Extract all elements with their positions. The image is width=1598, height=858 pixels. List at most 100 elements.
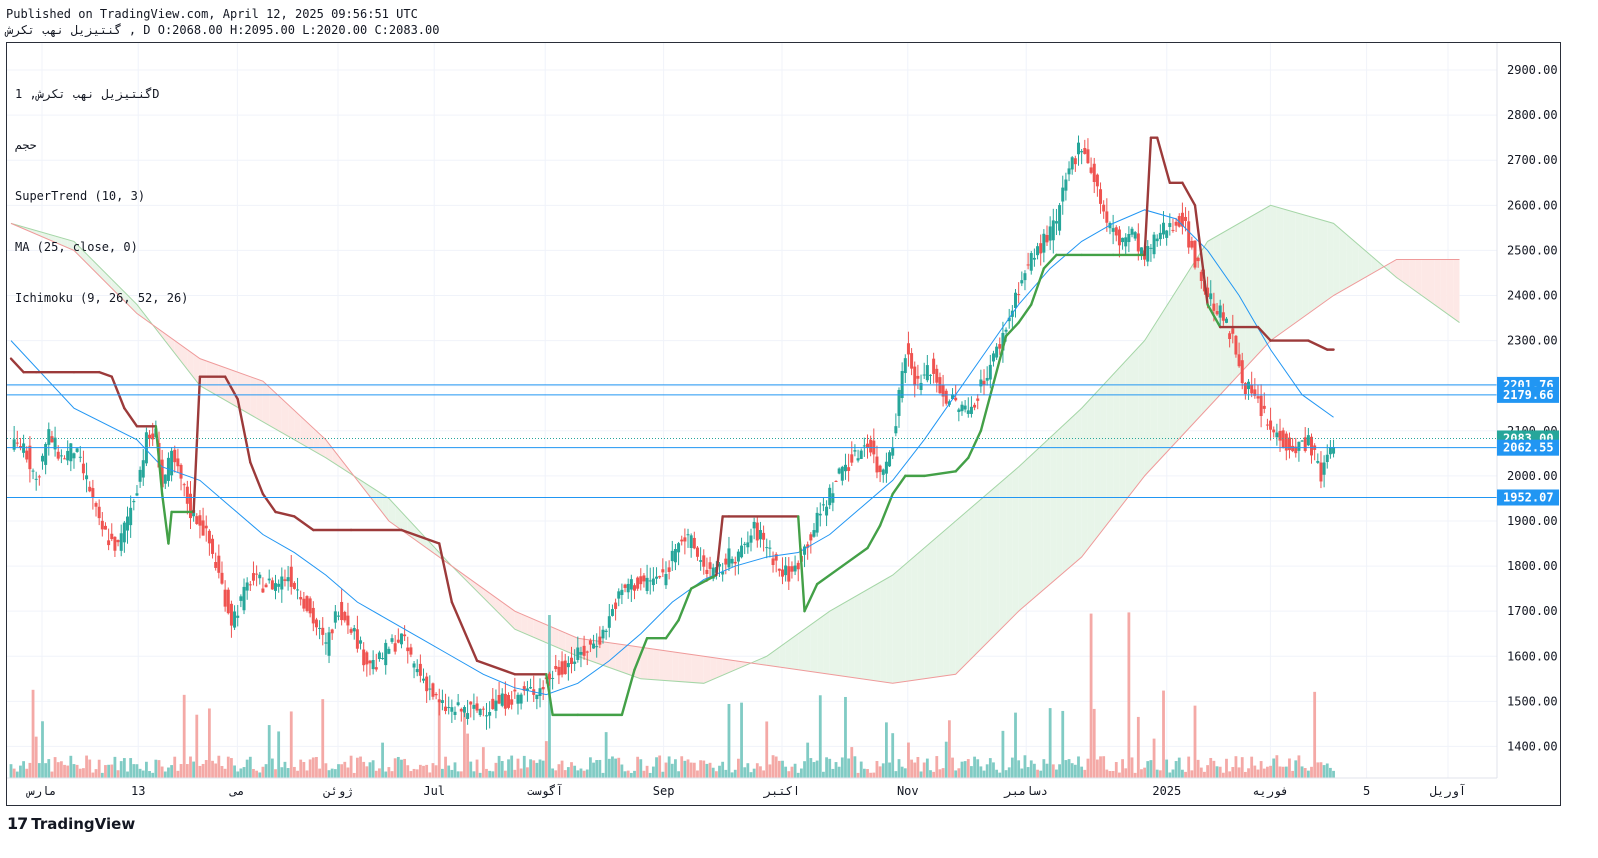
volume-bar [992,762,995,778]
candle-body [1322,462,1326,475]
candle-body [289,566,293,587]
volume-bar [1269,765,1272,778]
x-tick-label: Jul [423,784,445,798]
volume-bar [818,695,822,778]
ichimoku-cloud-segment [262,381,270,426]
supertrend-segment [954,456,970,473]
candle-body [1224,318,1228,323]
volume-bar [107,764,111,778]
supertrend-segment [123,407,139,428]
candle-body [1039,243,1043,254]
candle-body [450,707,454,712]
candle-body [97,506,101,519]
ichimoku-cloud-segment [968,504,975,662]
ichimoku-cloud-segment [1264,205,1271,348]
candle-body [642,575,646,582]
volume-bar [1190,770,1194,778]
volume-bar [585,769,589,778]
volume-bar [1206,765,1209,778]
candle-body [1240,360,1244,384]
legend-symbol[interactable]: گنتیزیل نهب تکرش, 1D [15,86,188,103]
volume-bar [1325,763,1329,778]
volume-bar [554,770,558,778]
candle-body [645,577,649,591]
candle-body [488,712,492,716]
volume-bar [1061,710,1065,778]
volume-bar [1262,768,1266,778]
volume-bar [1143,767,1147,778]
volume-bar [374,770,378,778]
ichimoku-cloud-segment [886,575,893,684]
x-tick-label: مارس [26,784,57,799]
tradingview-logo-text: TradingView [31,814,136,833]
ichimoku-cloud-segment [1056,425,1063,579]
volume-bar [69,755,73,778]
volume-bar [803,761,806,778]
candle-body [853,450,857,452]
candle-body [746,542,750,548]
candle-body [116,540,120,543]
candle-body [346,615,350,626]
candle-body [475,703,479,711]
candle-body [784,565,788,576]
tradingview-logo[interactable]: 17 TradingView [7,814,135,833]
candle-body [384,642,388,666]
supertrend-segment [475,659,517,676]
candle-body [1152,234,1156,255]
volume-bar [733,769,737,778]
candle-body [576,647,580,660]
candle-body [318,627,322,629]
candle-body [377,652,381,660]
volume-bar [400,759,403,778]
ichimoku-cloud-segment [930,537,937,678]
candle-body [702,555,706,567]
candle-body [699,560,703,562]
volume-bar [806,742,810,778]
candle-body [324,642,328,644]
candle-body [510,699,514,705]
candle-body [566,663,570,668]
volume-bar [522,755,526,778]
legend-supertrend[interactable]: SuperTrend (10, 3) [15,188,188,205]
volume-bar [825,757,828,778]
candle-body [311,607,315,624]
volume-bar [1020,768,1024,778]
candle-body [103,525,107,530]
candle-body [469,701,473,705]
price-chart[interactable]: 1400.00 1500.00 1600.00 1700.00 1800.00 1900.… [7,43,1560,805]
ichimoku-cloud-segment [1358,245,1366,282]
ichimoku-cloud-segment [1327,221,1334,301]
volume-bar [1070,763,1074,778]
candle-body [1045,234,1049,243]
volume-bar [1275,755,1279,778]
volume-bar [44,763,48,778]
candle-body [1158,232,1162,240]
candle-body [607,616,611,628]
volume-bar [167,767,170,778]
candle-body [765,547,769,549]
y-tick-label: 2300.00 [1507,334,1558,348]
ichimoku-cloud-segment [1245,216,1252,368]
candle-body [973,404,977,408]
volume-bar [696,770,699,778]
volume-bar [976,759,980,778]
volume-bar [25,768,29,778]
candle-body [620,589,624,596]
volume-bar [985,764,989,778]
candle-body [396,639,400,643]
candle-body [1325,454,1329,463]
legend-ichimoku[interactable]: Ichimoku (9, 26, 52, 26) [15,290,188,307]
candle-body [409,647,413,655]
candle-body [834,480,838,482]
volume-bar [642,770,646,778]
candle-body [481,708,485,710]
candle-body [866,443,870,448]
volume-bar [1329,767,1332,778]
candle-body [1275,432,1279,438]
volume-bar [916,756,920,778]
volume-bar [148,771,151,778]
candle-body [878,465,882,473]
legend-volume[interactable]: حجم [15,137,188,154]
legend-ma[interactable]: MA (25, close, 0) [15,239,188,256]
candle-body [403,634,407,637]
